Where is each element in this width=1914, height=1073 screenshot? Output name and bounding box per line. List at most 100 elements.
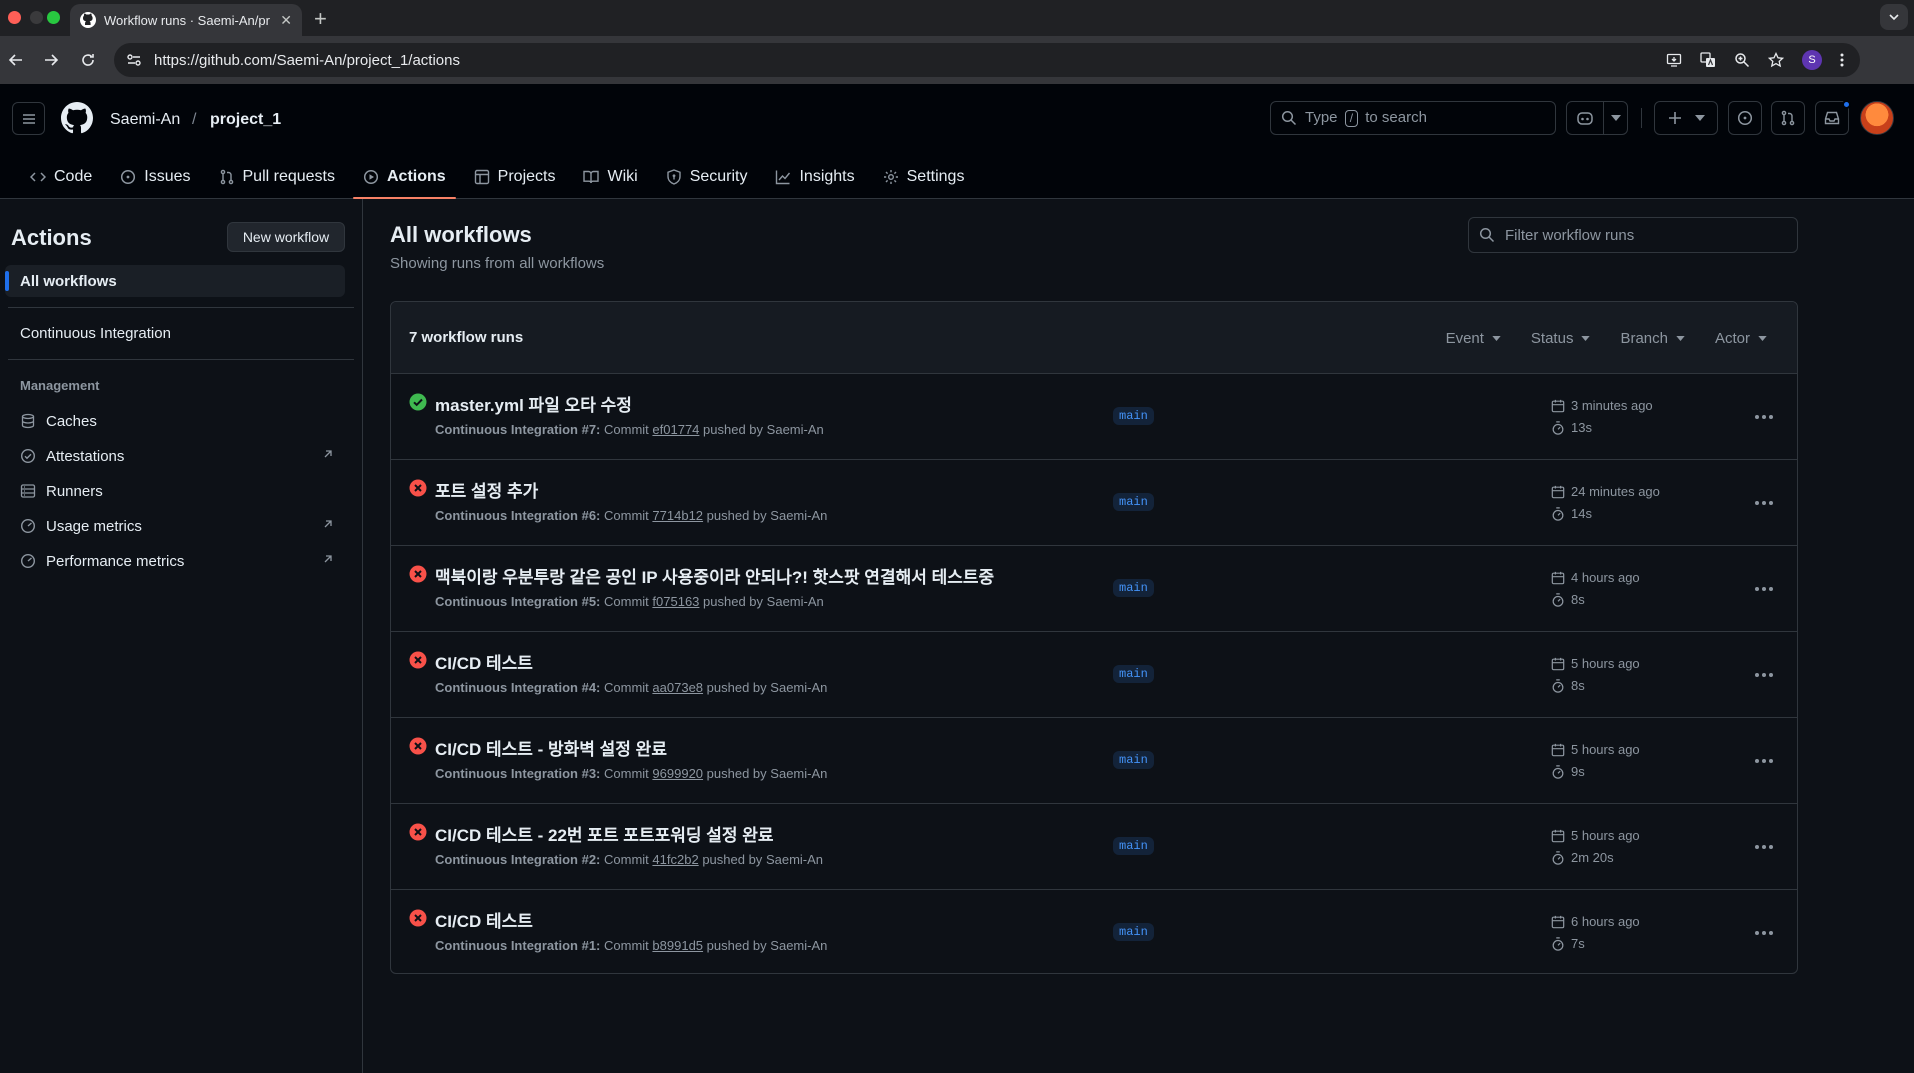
run-title[interactable]: CI/CD 테스트: [435, 907, 533, 932]
browser-tab[interactable]: Workflow runs · Saemi-An/pr ✕: [70, 4, 302, 36]
run-actor[interactable]: Saemi-An: [770, 680, 827, 695]
run-options-button[interactable]: [1749, 493, 1779, 513]
run-actor[interactable]: Saemi-An: [767, 422, 824, 437]
copilot-icon: [1577, 112, 1593, 125]
zoom-icon[interactable]: [1734, 52, 1750, 68]
reload-button[interactable]: [76, 48, 100, 72]
run-title[interactable]: 맥북이랑 우분투랑 같은 공인 IP 사용중이라 안되나?! 핫스팟 연결해서 …: [435, 563, 994, 588]
branch-filter-dropdown[interactable]: Branch: [1620, 330, 1685, 347]
run-title[interactable]: master.yml 파일 오타 수정: [435, 391, 632, 416]
workflow-run-row[interactable]: CI/CD 테스트 Continuous Integration #4: Com…: [391, 632, 1797, 718]
sidebar-item-caches[interactable]: Caches: [20, 406, 340, 436]
close-icon[interactable]: ✕: [280, 12, 292, 29]
run-options-button[interactable]: [1749, 579, 1779, 599]
run-options-button[interactable]: [1749, 837, 1779, 857]
commit-sha-link[interactable]: b8991d5: [652, 938, 703, 953]
tab-projects[interactable]: Projects: [464, 154, 566, 199]
sidebar-item-all-workflows[interactable]: All workflows: [5, 265, 345, 297]
run-actor[interactable]: Saemi-An: [770, 766, 827, 781]
copilot-menu-button[interactable]: [1604, 115, 1627, 121]
sidebar-item-attestations[interactable]: Attestations: [20, 441, 340, 471]
forward-button[interactable]: [39, 48, 63, 72]
address-bar[interactable]: https://github.com/Saemi-An/project_1/ac…: [114, 43, 1860, 77]
branch-label[interactable]: main: [1113, 407, 1154, 425]
window-close-button[interactable]: [8, 11, 21, 24]
breadcrumb-owner[interactable]: Saemi-An: [110, 111, 180, 129]
run-options-button[interactable]: [1749, 407, 1779, 427]
branch-label[interactable]: main: [1113, 665, 1154, 683]
run-actor[interactable]: Saemi-An: [766, 852, 823, 867]
global-menu-button[interactable]: [12, 102, 45, 135]
notification-indicator: [1842, 100, 1851, 109]
sidebar-item-performance-metrics[interactable]: Performance metrics: [20, 546, 340, 576]
tab-code[interactable]: Code: [20, 154, 102, 199]
translate-icon[interactable]: [1700, 52, 1716, 68]
triangle-down-icon: [1694, 115, 1705, 121]
workflow-run-row[interactable]: 맥북이랑 우분투랑 같은 공인 IP 사용중이라 안되나?! 핫스팟 연결해서 …: [391, 546, 1797, 632]
run-title[interactable]: CI/CD 테스트 - 방화벽 설정 완료: [435, 735, 667, 760]
workflow-run-row[interactable]: CI/CD 테스트 - 방화벽 설정 완료 Continuous Integra…: [391, 718, 1797, 804]
commit-sha-link[interactable]: f075163: [652, 594, 699, 609]
branch-label[interactable]: main: [1113, 923, 1154, 941]
actor-filter-dropdown[interactable]: Actor: [1715, 330, 1767, 347]
tab-settings[interactable]: Settings: [873, 154, 975, 199]
user-avatar[interactable]: [1860, 101, 1894, 135]
tab-pull-requests[interactable]: Pull requests: [209, 154, 346, 199]
branch-label[interactable]: main: [1113, 579, 1154, 597]
run-title[interactable]: CI/CD 테스트 - 22번 포트 포트포워딩 설정 완료: [435, 821, 774, 846]
run-actor[interactable]: Saemi-An: [770, 508, 827, 523]
commit-sha-link[interactable]: 7714b12: [652, 508, 703, 523]
bookmark-star-icon[interactable]: [1768, 52, 1784, 68]
sidebar-item-continuous-integration[interactable]: Continuous Integration: [20, 325, 171, 342]
branch-label[interactable]: main: [1113, 751, 1154, 769]
branch-label[interactable]: main: [1113, 493, 1154, 511]
filter-workflow-runs-input[interactable]: Filter workflow runs: [1468, 217, 1798, 253]
run-duration: 13s: [1551, 420, 1592, 435]
run-options-button[interactable]: [1749, 923, 1779, 943]
pull-requests-button[interactable]: [1771, 101, 1805, 135]
tab-insights[interactable]: Insights: [765, 154, 864, 199]
branch-label[interactable]: main: [1113, 837, 1154, 855]
new-tab-button[interactable]: +: [314, 6, 327, 32]
install-app-icon[interactable]: [1666, 52, 1682, 68]
run-actor[interactable]: Saemi-An: [767, 594, 824, 609]
create-new-button[interactable]: [1654, 101, 1718, 135]
sidebar-item-usage-metrics[interactable]: Usage metrics: [20, 511, 340, 541]
sidebar-item-runners[interactable]: Runners: [20, 476, 340, 506]
run-workflow-label: Continuous Integration #6:: [435, 508, 601, 523]
commit-sha-link[interactable]: ef01774: [652, 422, 699, 437]
tab-security[interactable]: Security: [656, 154, 758, 199]
global-search-input[interactable]: Type / to search: [1270, 101, 1556, 135]
workflow-run-row[interactable]: CI/CD 테스트 Continuous Integration #1: Com…: [391, 890, 1797, 973]
event-filter-dropdown[interactable]: Event: [1446, 330, 1501, 347]
commit-sha-link[interactable]: 41fc2b2: [652, 852, 698, 867]
workflow-run-row[interactable]: master.yml 파일 오타 수정 Continuous Integrati…: [391, 374, 1797, 460]
commit-sha-link[interactable]: aa073e8: [652, 680, 703, 695]
profile-avatar[interactable]: S: [1802, 50, 1822, 70]
github-logo-icon[interactable]: [61, 102, 93, 134]
issues-button[interactable]: [1728, 101, 1762, 135]
run-options-button[interactable]: [1749, 751, 1779, 771]
run-meta: Continuous Integration #6: Commit 7714b1…: [435, 508, 827, 523]
run-title[interactable]: 포트 설정 추가: [435, 477, 538, 502]
tab-search-button[interactable]: [1880, 4, 1908, 30]
run-duration: 14s: [1551, 506, 1592, 521]
tab-issues[interactable]: Issues: [110, 154, 200, 199]
breadcrumb-repo[interactable]: project_1: [210, 111, 281, 129]
site-info-icon[interactable]: [126, 52, 142, 68]
workflow-run-row[interactable]: CI/CD 테스트 - 22번 포트 포트포워딩 설정 완료 Continuou…: [391, 804, 1797, 890]
run-actor[interactable]: Saemi-An: [770, 938, 827, 953]
back-button[interactable]: [4, 48, 28, 72]
new-workflow-button[interactable]: New workflow: [227, 222, 345, 252]
window-zoom-button[interactable]: [47, 11, 60, 24]
run-title[interactable]: CI/CD 테스트: [435, 649, 533, 674]
more-vertical-icon[interactable]: [1840, 52, 1844, 68]
tab-actions[interactable]: Actions: [353, 154, 456, 199]
commit-sha-link[interactable]: 9699920: [652, 766, 703, 781]
workflow-run-row[interactable]: 포트 설정 추가 Continuous Integration #6: Comm…: [391, 460, 1797, 546]
run-options-button[interactable]: [1749, 665, 1779, 685]
tab-wiki[interactable]: Wiki: [573, 154, 647, 199]
status-filter-dropdown[interactable]: Status: [1531, 330, 1591, 347]
copilot-button[interactable]: [1566, 101, 1628, 135]
window-minimize-button[interactable]: [30, 11, 43, 24]
